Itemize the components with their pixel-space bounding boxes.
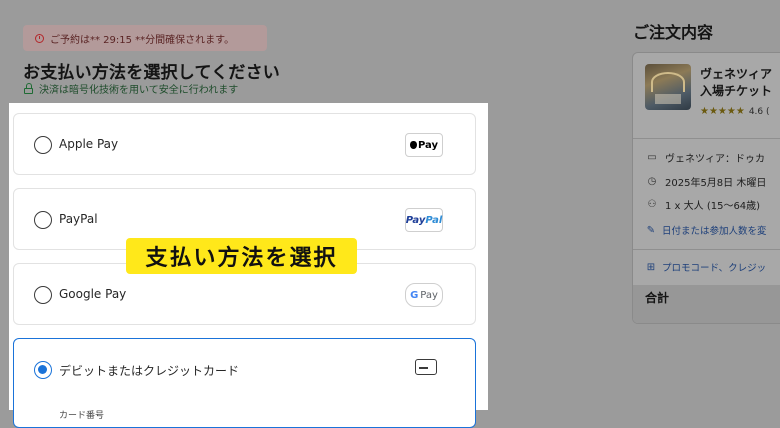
apple-pay-logo-icon: Pay (405, 133, 443, 157)
secure-note-text: 決済は暗号化技術を用いて安全に行われます (39, 85, 239, 96)
change-date-link[interactable]: ✎ 日付または参加人数を変 (645, 223, 767, 238)
promo-code-link[interactable]: ⊞ プロモコード、クレジッ (645, 260, 766, 275)
total-section: 合計 す (633, 285, 780, 323)
clock-icon: ◷ (647, 176, 657, 187)
tour-rating: ★★★★★ 4.6 ( (700, 106, 770, 117)
tour-location-row: ▭ ヴェネツィア：ドゥカ (645, 150, 765, 165)
secure-payment-note: 決済は暗号化技術を用いて安全に行われます (24, 81, 238, 96)
credit-card-icon (415, 359, 437, 375)
radio-apple-pay[interactable] (34, 136, 52, 154)
timer-clock-icon (35, 33, 44, 43)
annotation-highlight-label: 支払い方法を選択 (126, 238, 357, 274)
method-label: Google Pay (59, 287, 127, 301)
lock-icon (24, 83, 33, 94)
divider (633, 138, 780, 139)
timer-text: ご予約は** 29:15 **分間確保されます。 (50, 34, 235, 46)
radio-paypal[interactable] (34, 211, 52, 229)
payment-method-card[interactable]: デビットまたはクレジットカード カード番号 (13, 338, 476, 428)
radio-card-selected[interactable] (34, 361, 52, 379)
tour-thumbnail-image (645, 64, 691, 110)
participants-row: ⚇ 1 x 大人 (15〜64歳) (645, 197, 761, 212)
tour-title: ヴェネツィア 入場チケット (700, 67, 773, 98)
rating-value: 4.6 ( (748, 106, 770, 117)
method-label: Apple Pay (59, 137, 119, 151)
tour-date-row: ◷ 2025年5月8日 木曜日 (645, 174, 767, 189)
google-pay-logo-icon: G Pay (405, 283, 443, 307)
reservation-timer-banner: ご予約は** 29:15 **分間確保されます。 (23, 25, 267, 51)
paypal-logo-icon: Pay Pal (405, 208, 443, 232)
gift-icon: ⊞ (646, 261, 656, 273)
payment-method-apple-pay[interactable]: Apple Pay Pay (13, 113, 476, 175)
people-icon: ⚇ (647, 199, 657, 210)
total-label: 合計 (645, 291, 670, 305)
method-label: デビットまたはクレジットカード (59, 364, 240, 378)
page-title: お支払い方法を選択してください (23, 63, 280, 83)
radio-google-pay[interactable] (34, 286, 52, 304)
order-summary-card: ヴェネツィア 入場チケット ★★★★★ 4.6 ( ▭ ヴェネツィア：ドゥカ ◷… (632, 52, 780, 324)
method-label: PayPal (59, 212, 98, 226)
star-rating-icon: ★★★★★ (700, 106, 745, 117)
pencil-icon: ✎ (646, 224, 656, 236)
apple-icon (409, 141, 417, 149)
divider (633, 249, 780, 250)
order-summary-title: ご注文内容 (633, 23, 714, 42)
ticket-icon: ▭ (647, 152, 657, 163)
